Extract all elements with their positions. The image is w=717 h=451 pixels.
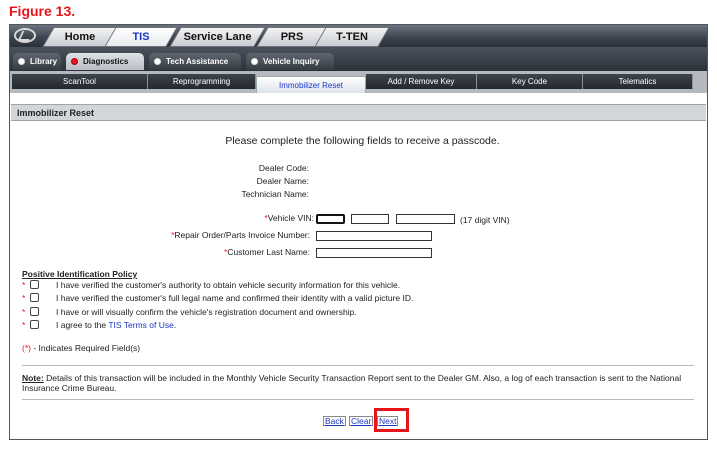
required-mark: * (22, 307, 26, 317)
policy-checkbox-4[interactable] (30, 320, 39, 329)
lexus-logo-icon (14, 28, 36, 43)
required-note-mark: (*) (22, 343, 31, 353)
next-highlight-box (374, 408, 409, 432)
last-name-label-row: *Customer Last Name: (224, 247, 310, 257)
last-name-input[interactable] (316, 248, 432, 258)
required-mark: * (22, 320, 26, 330)
repair-order-label: Repair Order/Parts Invoice Number: (174, 230, 310, 240)
tab-service-lane[interactable]: Service Lane (169, 27, 266, 47)
subtab-vehicle-inquiry-label: Vehicle Inquiry (263, 57, 320, 66)
tool-tab-telematics[interactable]: Telematics (583, 74, 693, 89)
subtab-tech-assistance[interactable]: Tech Assistance (149, 53, 241, 70)
required-mark: * (22, 293, 26, 303)
subtab-vehicle-inquiry[interactable]: Vehicle Inquiry (246, 53, 334, 70)
policy-text-4: I agree to the TIS Terms of Use. (56, 320, 176, 330)
clear-button[interactable]: Clear (349, 416, 374, 426)
transaction-note: Note: Details of this transaction will b… (22, 373, 696, 393)
tab-prs-label: PRS (280, 31, 304, 43)
tab-tis-label: TIS (132, 31, 150, 43)
required-mark: * (22, 280, 26, 290)
subtab-tech-assistance-label: Tech Assistance (166, 57, 229, 66)
subtab-diagnostics[interactable]: Diagnostics (66, 53, 144, 70)
vin-label-row: *Vehicle VIN: (264, 213, 314, 223)
tool-tab-add-remove-key[interactable]: Add / Remove Key (366, 74, 477, 89)
vin-input-1[interactable] (316, 214, 345, 224)
back-button[interactable]: Back (323, 416, 346, 426)
repair-order-label-row: *Repair Order/Parts Invoice Number: (171, 230, 310, 240)
subtab-library-label: Library (30, 57, 58, 66)
policy-text-4-label: I agree to the (56, 320, 107, 330)
note-label: Note: (22, 373, 44, 383)
top-navigation: Home TIS Service Lane PRS T-TEN (10, 25, 707, 47)
policy-title: Positive Identification Policy (22, 269, 138, 279)
section-navigation: Library Diagnostics Tech Assistance Vehi… (10, 47, 707, 71)
policy-checkbox-1[interactable] (30, 280, 39, 289)
tis-window: Home TIS Service Lane PRS T-TEN Library … (9, 24, 708, 440)
radio-selected-icon (71, 58, 78, 65)
tool-tab-key-code[interactable]: Key Code (477, 74, 583, 89)
instructions: Please complete the following fields to … (225, 135, 500, 147)
tab-service-lane-label: Service Lane (183, 31, 252, 43)
divider (22, 399, 694, 400)
policy-checkbox-2[interactable] (30, 293, 39, 302)
note-text: Details of this transaction will be incl… (22, 373, 682, 393)
last-name-label: Customer Last Name: (227, 247, 310, 257)
tab-t-ten[interactable]: T-TEN (314, 27, 390, 47)
tool-navigation: ScanTool Reprogramming Immobilizer Reset… (10, 71, 707, 93)
tab-t-ten-label: T-TEN (336, 31, 368, 43)
tab-home-label: Home (64, 31, 96, 43)
subtab-library[interactable]: Library (13, 53, 61, 70)
vin-input-2[interactable] (351, 214, 389, 224)
vin-label: Vehicle VIN: (267, 213, 314, 223)
required-note: (*) - Indicates Required Field(s) (22, 343, 140, 353)
policy-text-2: I have verified the customer's full lega… (56, 293, 414, 303)
subtab-diagnostics-label: Diagnostics (83, 57, 129, 66)
radio-icon (251, 58, 258, 65)
tool-tab-scantool[interactable]: ScanTool (12, 74, 148, 89)
repair-order-input[interactable] (316, 231, 432, 241)
tool-tab-reprogramming[interactable]: Reprogramming (148, 74, 256, 89)
terms-of-use-link[interactable]: TIS Terms of Use (108, 320, 174, 330)
panel-header: Immobilizer Reset (11, 104, 706, 121)
divider (22, 365, 694, 366)
terms-period: . (173, 320, 177, 330)
radio-icon (18, 58, 25, 65)
tab-home[interactable]: Home (42, 27, 118, 47)
technician-name-label: Technician Name: (241, 189, 309, 199)
tab-tis[interactable]: TIS (104, 27, 178, 47)
tool-tab-immobilizer-reset[interactable]: Immobilizer Reset (256, 76, 366, 93)
figure-label: Figure 13. (9, 3, 76, 19)
vin-input-3[interactable] (396, 214, 455, 224)
dealer-code-label: Dealer Code: (258, 163, 309, 173)
policy-text-1: I have verified the customer's authority… (56, 280, 401, 290)
policy-text-3: I have or will visually confirm the vehi… (56, 307, 357, 317)
dealer-name-label: Dealer Name: (256, 176, 309, 186)
radio-icon (154, 58, 161, 65)
tab-prs[interactable]: PRS (256, 27, 328, 47)
policy-checkbox-3[interactable] (30, 307, 39, 316)
required-note-text: - Indicates Required Field(s) (30, 343, 141, 353)
vin-hint: (17 digit VIN) (460, 215, 510, 225)
